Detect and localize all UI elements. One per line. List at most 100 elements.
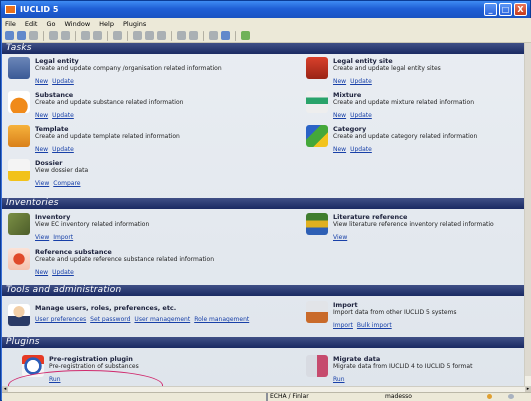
pre-registration-title: Pre-registration plugin [49, 355, 133, 363]
legal-entity-desc: Create and update company /organisation … [35, 65, 222, 72]
back-icon[interactable] [5, 31, 14, 40]
flask-icon [8, 91, 30, 113]
molecule-icon [8, 248, 30, 270]
set-password-link[interactable]: Set password [90, 316, 130, 323]
substance-update-link[interactable]: Update [52, 112, 74, 119]
category-new-link[interactable]: New [333, 146, 346, 153]
dossier-compare-link[interactable]: Compare [53, 180, 80, 187]
minimize-button[interactable]: _ [484, 3, 497, 16]
maximize-button[interactable]: □ [499, 3, 512, 16]
delete-icon[interactable] [157, 31, 166, 40]
application-window: IUCLID 5 _ □ X File Edit Go Window Help … [0, 0, 531, 401]
category-title: Category [333, 125, 367, 133]
user-preferences-link[interactable]: User preferences [35, 316, 86, 323]
inventory-title: Inventory [35, 213, 71, 221]
connection-icon [508, 394, 514, 399]
section-plugins: Plugins [2, 337, 524, 348]
template-icon [8, 125, 30, 147]
literature-title: Literature reference [333, 213, 408, 221]
template-update-link[interactable]: Update [52, 146, 74, 153]
category-update-link[interactable]: Update [350, 146, 372, 153]
vertical-scrollbar[interactable] [524, 43, 531, 386]
literature-reference-item: Literature reference View literature ref… [306, 213, 494, 242]
manage-users-item: Manage users, roles, preferences, etc. U… [8, 304, 253, 326]
legal-entity-site-update-link[interactable]: Update [350, 78, 372, 85]
undo-icon[interactable] [177, 31, 186, 40]
save-all-icon[interactable] [61, 31, 70, 40]
menu-bar: File Edit Go Window Help Plugins [2, 18, 531, 29]
reference-substance-item: Reference substance Create and update re… [8, 248, 214, 277]
edit-icon[interactable] [81, 31, 90, 40]
task-template: Template Create and update template rela… [8, 125, 180, 154]
migrate-data-item: Migrate data Migrate data from IUCLID 4 … [306, 355, 472, 384]
migrate-run-link[interactable]: Run [333, 376, 345, 383]
toolbar [2, 29, 531, 43]
substance-title: Substance [35, 91, 74, 99]
menu-help[interactable]: Help [99, 20, 114, 28]
new-icon[interactable] [133, 31, 142, 40]
database-status: ECHA / Finlar [270, 393, 309, 400]
forward-icon[interactable] [17, 31, 26, 40]
import-desc: Import data from other IUCLID 5 systems [333, 309, 457, 316]
inventory-import-link[interactable]: Import [53, 234, 73, 241]
inventory-item: Inventory View EC inventory related info… [8, 213, 149, 242]
legal-entity-site-desc: Create and update legal entity sites [333, 65, 441, 72]
literature-view-link[interactable]: View [333, 234, 347, 241]
home-icon[interactable] [29, 31, 38, 40]
task-mixture: Mixture Create and update mixture relate… [306, 91, 474, 120]
title-bar: IUCLID 5 _ □ X [1, 1, 530, 18]
copy-icon[interactable] [145, 31, 154, 40]
save-icon[interactable] [49, 31, 58, 40]
menu-window[interactable]: Window [65, 20, 91, 28]
menu-go[interactable]: Go [46, 20, 55, 28]
print-icon[interactable] [209, 31, 218, 40]
toolbar-separator [235, 30, 236, 41]
scroll-thumb[interactable] [525, 43, 531, 376]
help-icon[interactable] [221, 31, 230, 40]
dossier-view-link[interactable]: View [35, 180, 49, 187]
iuclid-app-icon [5, 5, 16, 14]
toolbar-separator [171, 30, 172, 41]
role-management-link[interactable]: Role management [194, 316, 249, 323]
template-desc: Create and update template related infor… [35, 133, 180, 140]
template-title: Template [35, 125, 69, 133]
legal-entity-new-link[interactable]: New [35, 78, 48, 85]
migrate-icon [306, 355, 328, 377]
reference-substance-update-link[interactable]: Update [52, 269, 74, 276]
import-link[interactable]: Import [333, 322, 353, 329]
legal-entity-title: Legal entity [35, 57, 79, 65]
import-title: Import [333, 301, 358, 309]
category-desc: Create and update category related infor… [333, 133, 478, 140]
mixture-new-link[interactable]: New [333, 112, 346, 119]
mixture-update-link[interactable]: Update [350, 112, 372, 119]
legal-entity-update-link[interactable]: Update [52, 78, 74, 85]
mixture-title: Mixture [333, 91, 362, 99]
user-management-link[interactable]: User management [134, 316, 190, 323]
substance-new-link[interactable]: New [35, 112, 48, 119]
toolbar-separator [107, 30, 108, 41]
section-tools-administration: Tools and administration [2, 285, 524, 296]
manage-users-title: Manage users, roles, preferences, etc. [35, 304, 177, 312]
toolbar-separator [75, 30, 76, 41]
menu-plugins[interactable]: Plugins [123, 20, 146, 28]
close-button[interactable]: X [514, 3, 527, 16]
menu-file[interactable]: File [5, 20, 16, 28]
reference-substance-new-link[interactable]: New [35, 269, 48, 276]
validate-icon[interactable] [93, 31, 102, 40]
reference-substance-title: Reference substance [35, 248, 112, 256]
legal-entity-site-new-link[interactable]: New [333, 78, 346, 85]
inventory-view-link[interactable]: View [35, 234, 49, 241]
migrate-title: Migrate data [333, 355, 381, 363]
refresh-icon[interactable] [113, 31, 122, 40]
menu-edit[interactable]: Edit [25, 20, 38, 28]
bulk-import-link[interactable]: Bulk import [357, 322, 392, 329]
user-status: madesso [385, 393, 412, 400]
redo-icon[interactable] [189, 31, 198, 40]
template-new-link[interactable]: New [35, 146, 48, 153]
dossier-lock-icon [8, 159, 30, 181]
plugin-icon[interactable] [241, 31, 250, 40]
task-legal-entity: Legal entity Create and update company /… [8, 57, 222, 86]
dossier-title: Dossier [35, 159, 63, 167]
toolbar-separator [127, 30, 128, 41]
category-cubes-icon [306, 125, 328, 147]
